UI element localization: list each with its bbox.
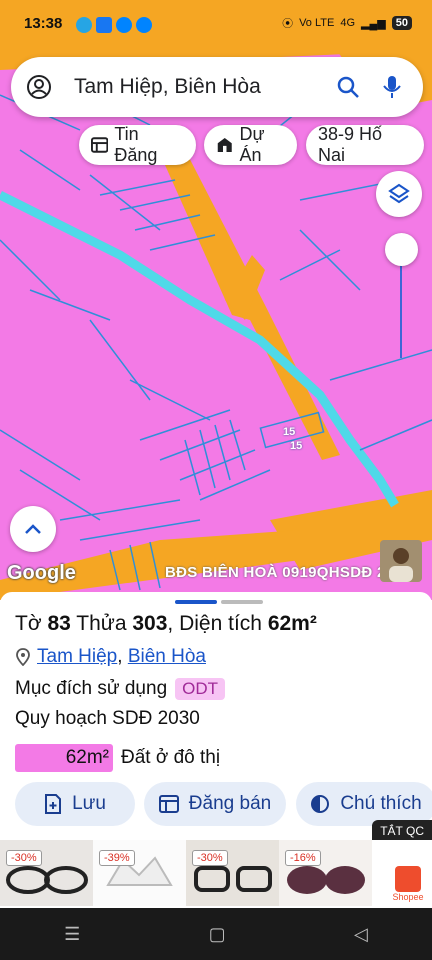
home-icon[interactable]: ▢ xyxy=(209,924,226,945)
shop-name: Shopee xyxy=(392,892,424,902)
plan-label: Quy hoạch SDĐ 2030 xyxy=(15,708,200,729)
layers-icon xyxy=(388,183,410,204)
close-ads-button[interactable]: TẮT QC xyxy=(372,820,432,842)
chip-label: 38-9 Hố Nai xyxy=(318,124,383,165)
app-root: 15 15 13:38 ⦿ Vo LTE 4G ▂▄▆ 50 Tam Hiệp,… xyxy=(0,0,432,960)
ad-item[interactable]: -30% xyxy=(186,840,279,906)
chip-label: Tin Đăng xyxy=(114,124,158,165)
status-time: 13:38 xyxy=(24,15,63,32)
microphone-icon[interactable] xyxy=(379,74,405,100)
plot-label: 15 xyxy=(283,426,296,438)
chevron-up-icon xyxy=(25,524,41,534)
chip-38-9-ho-nai[interactable]: 38-9 Hố Nai xyxy=(306,124,424,165)
sheet-handle[interactable] xyxy=(175,600,263,604)
search-query[interactable]: Tam Hiệp, Biên Hòa xyxy=(74,75,335,99)
save-button[interactable]: Lưu xyxy=(15,782,135,826)
search-icon[interactable] xyxy=(335,74,361,100)
expand-up-button[interactable] xyxy=(10,506,56,552)
messenger-icon xyxy=(136,17,152,33)
discount-badge: -16% xyxy=(285,850,321,866)
status-right: ⦿ Vo LTE 4G ▂▄▆ 50 xyxy=(282,15,412,31)
back-icon[interactable]: ◁ xyxy=(354,924,368,945)
ad-item[interactable]: -30% xyxy=(0,840,93,906)
table-icon xyxy=(158,795,179,813)
chip-du-an[interactable]: Dự Án xyxy=(204,124,297,165)
notification-icons xyxy=(76,17,152,33)
recents-icon[interactable]: ☰ xyxy=(64,924,80,945)
facebook-icon xyxy=(96,17,112,33)
search-bar[interactable]: Tam Hiệp, Biên Hòa xyxy=(11,57,423,117)
location-icon: ⦿ xyxy=(282,18,294,30)
zone-name: Đất ở đô thị xyxy=(121,747,221,768)
discount-badge: -30% xyxy=(6,850,42,866)
network-label: Vo LTE xyxy=(299,17,335,29)
plot-label: 15 xyxy=(290,440,303,452)
battery-level: 50 xyxy=(391,16,412,30)
signal-label: 4G xyxy=(340,17,356,29)
add-document-icon xyxy=(45,794,62,814)
map-watermark: BĐS BIÊN HOÀ 0919QHSDĐ 2030 xyxy=(165,564,412,581)
system-nav-bar: ☰ ▢ ◁ xyxy=(0,908,432,960)
discount-badge: -30% xyxy=(192,850,228,866)
ad-item[interactable]: -16% xyxy=(279,840,372,906)
ad-banner[interactable]: -30% -39% -30% -16% xyxy=(0,840,432,908)
building-icon xyxy=(217,138,232,152)
parcel-title: Tờ 83 Thửa 303, Diện tích 62m² xyxy=(15,612,317,635)
parcel-location: Tam Hiệp, Biên Hòa xyxy=(15,646,206,668)
telegram-icon xyxy=(76,17,92,33)
discount-badge: -39% xyxy=(99,850,135,866)
land-use-purpose: Mục đích sử dụng ODT xyxy=(15,678,226,700)
zone-row: 62m² Đất ở đô thị xyxy=(15,744,220,772)
ward-link[interactable]: Tam Hiệp xyxy=(37,646,117,668)
status-bar: 13:38 ⦿ Vo LTE 4G ▂▄▆ 50 xyxy=(0,0,432,50)
contrast-icon xyxy=(311,795,330,813)
account-icon[interactable] xyxy=(26,74,52,100)
ad-item[interactable]: -39% xyxy=(93,840,186,906)
signal-icon: ▂▄▆ xyxy=(361,17,386,30)
shopee-logo xyxy=(395,866,421,892)
avatar xyxy=(380,540,422,582)
listing-icon xyxy=(91,137,109,153)
purpose-code-badge: ODT xyxy=(175,678,226,700)
city-link[interactable]: Biên Hòa xyxy=(128,646,206,668)
zone-swatch: 62m² xyxy=(15,744,113,772)
shopee-ad[interactable]: Shopee xyxy=(384,840,432,908)
messenger-icon xyxy=(116,17,132,33)
layers-button[interactable] xyxy=(376,171,422,217)
opacity-slider-handle[interactable] xyxy=(385,233,418,266)
opacity-slider-track[interactable] xyxy=(400,250,402,358)
post-sale-button[interactable]: Đăng bán xyxy=(144,782,286,826)
chip-label: Dự Án xyxy=(239,124,265,165)
chip-tin-dang[interactable]: Tin Đăng xyxy=(79,124,196,165)
location-pin-icon xyxy=(16,648,30,666)
google-logo: Google xyxy=(7,562,76,584)
